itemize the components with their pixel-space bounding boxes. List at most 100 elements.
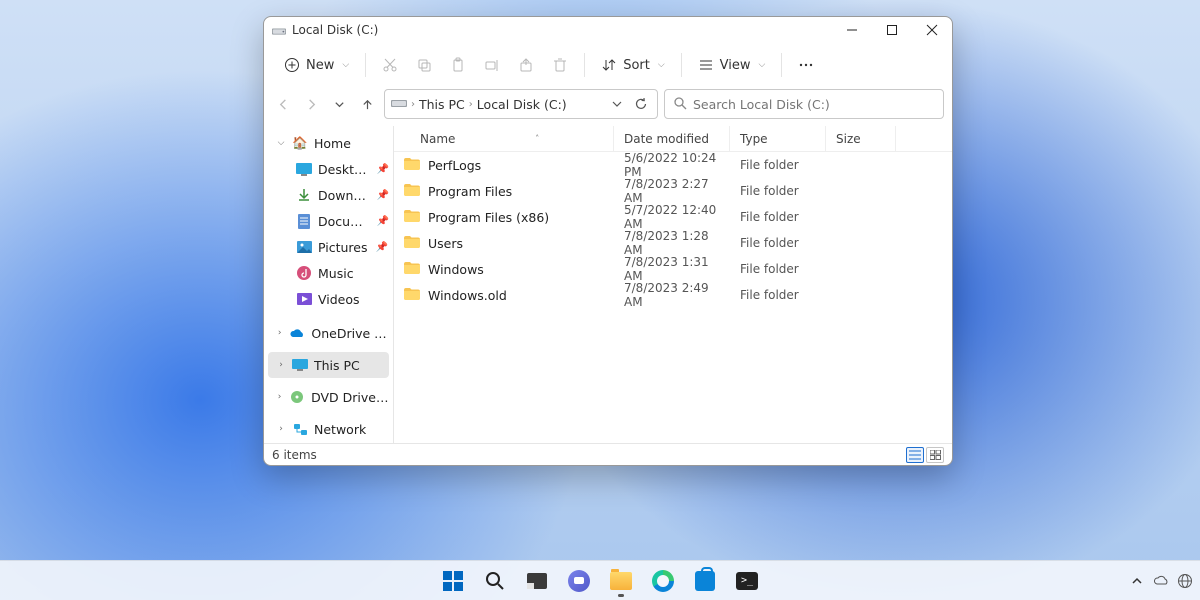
- file-date: 7/8/2023 1:31 AM: [614, 255, 730, 283]
- minimize-button[interactable]: [832, 17, 872, 42]
- file-name: Users: [428, 236, 463, 251]
- separator: [584, 53, 585, 77]
- tray-overflow-button[interactable]: [1128, 572, 1146, 590]
- titlebar[interactable]: Local Disk (C:): [264, 17, 952, 42]
- dvd-icon: [289, 389, 305, 405]
- search-input[interactable]: [693, 97, 935, 112]
- file-explorer-window: Local Disk (C:) New ⌵ Sort ⌵: [263, 16, 953, 466]
- share-button[interactable]: [510, 53, 542, 77]
- network-tray-icon[interactable]: [1176, 572, 1194, 590]
- sidebar-item-downloads[interactable]: Downloads 📌: [268, 182, 389, 208]
- close-button[interactable]: [912, 17, 952, 42]
- new-label: New: [306, 58, 334, 73]
- refresh-button[interactable]: [631, 94, 651, 114]
- cut-button[interactable]: [374, 53, 406, 77]
- sidebar-item-music[interactable]: Music: [268, 260, 389, 286]
- breadcrumb[interactable]: This PC: [419, 97, 465, 112]
- desktop-icon: [296, 161, 312, 177]
- address-dropdown-button[interactable]: [607, 94, 627, 114]
- address-bar[interactable]: › This PC › Local Disk (C:): [384, 89, 658, 119]
- file-name: Program Files: [428, 184, 512, 199]
- delete-button[interactable]: [544, 53, 576, 77]
- thumbnails-view-toggle[interactable]: [926, 447, 944, 463]
- table-row[interactable]: Program Files7/8/2023 2:27 AMFile folder: [394, 178, 952, 204]
- file-name: PerfLogs: [428, 158, 481, 173]
- sidebar-item-network[interactable]: › Network: [268, 416, 389, 442]
- start-button[interactable]: [436, 564, 470, 598]
- file-rows: PerfLogs5/6/2022 10:24 PMFile folderProg…: [394, 152, 952, 443]
- sidebar-item-thispc[interactable]: › This PC: [268, 352, 389, 378]
- folder-icon: [404, 288, 420, 303]
- sort-label: Sort: [623, 58, 650, 73]
- paste-button[interactable]: [442, 53, 474, 77]
- sidebar-item-home[interactable]: ⌵ 🏠 Home: [268, 130, 389, 156]
- column-date[interactable]: Date modified: [614, 126, 730, 151]
- taskbar-center: >_: [436, 564, 764, 598]
- taskbar-teams[interactable]: [562, 564, 596, 598]
- onedrive-icon: [289, 325, 305, 341]
- table-row[interactable]: Windows7/8/2023 1:31 AMFile folder: [394, 256, 952, 282]
- table-row[interactable]: PerfLogs5/6/2022 10:24 PMFile folder: [394, 152, 952, 178]
- drive-icon: [272, 25, 286, 35]
- network-icon: [292, 421, 308, 437]
- system-tray: [1128, 572, 1194, 590]
- taskbar-edge[interactable]: [646, 564, 680, 598]
- body: ⌵ 🏠 Home Desktop 📌 Downloads 📌 Document: [264, 126, 952, 443]
- up-button[interactable]: [356, 93, 378, 115]
- chevron-right-icon: ›: [469, 99, 473, 110]
- pin-icon: 📌: [377, 164, 389, 175]
- file-date: 5/6/2022 10:24 PM: [614, 152, 730, 179]
- breadcrumb[interactable]: Local Disk (C:): [477, 97, 567, 112]
- view-button[interactable]: View ⌵: [690, 53, 774, 77]
- sidebar-item-onedrive[interactable]: › OneDrive - Perso: [268, 320, 389, 346]
- folder-icon: [404, 210, 420, 225]
- new-button[interactable]: New ⌵: [276, 53, 357, 77]
- back-button[interactable]: [272, 93, 294, 115]
- chevron-right-icon: ›: [276, 360, 286, 370]
- maximize-button[interactable]: [872, 17, 912, 42]
- windows-logo-icon: [443, 571, 463, 591]
- sort-button[interactable]: Sort ⌵: [593, 53, 672, 77]
- table-row[interactable]: Windows.old7/8/2023 2:49 AMFile folder: [394, 282, 952, 308]
- onedrive-tray-icon[interactable]: [1152, 572, 1170, 590]
- pc-icon: [292, 357, 308, 373]
- sidebar-item-pictures[interactable]: Pictures 📌: [268, 234, 389, 260]
- recent-button[interactable]: [328, 93, 350, 115]
- desktop: Local Disk (C:) New ⌵ Sort ⌵: [0, 0, 1200, 600]
- sidebar-item-desktop[interactable]: Desktop 📌: [268, 156, 389, 182]
- column-size[interactable]: Size: [826, 126, 896, 151]
- copy-button[interactable]: [408, 53, 440, 77]
- table-row[interactable]: Program Files (x86)5/7/2022 12:40 AMFile…: [394, 204, 952, 230]
- search-icon: [485, 571, 505, 591]
- documents-icon: [296, 213, 312, 229]
- search-button[interactable]: [478, 564, 512, 598]
- task-view-button[interactable]: [520, 564, 554, 598]
- search-bar[interactable]: [664, 89, 944, 119]
- details-view-toggle[interactable]: [906, 447, 924, 463]
- taskbar-terminal[interactable]: >_: [730, 564, 764, 598]
- downloads-icon: [296, 187, 312, 203]
- taskbar-store[interactable]: [688, 564, 722, 598]
- pictures-icon: [296, 239, 312, 255]
- taskbar-file-explorer[interactable]: [604, 564, 638, 598]
- file-list-area: Name ˄ Date modified Type Size PerfLogs 5…: [394, 126, 952, 443]
- table-row[interactable]: Users7/8/2023 1:28 AMFile folder: [394, 230, 952, 256]
- folder-icon: [610, 572, 632, 590]
- pin-icon: 📌: [376, 242, 388, 253]
- sidebar-item-documents[interactable]: Documents 📌: [268, 208, 389, 234]
- column-type[interactable]: Type: [730, 126, 826, 151]
- chevron-right-icon: ›: [411, 99, 415, 110]
- sidebar-item-videos[interactable]: Videos: [268, 286, 389, 312]
- terminal-icon: >_: [736, 572, 758, 590]
- store-icon: [695, 571, 715, 591]
- file-type: File folder: [730, 262, 826, 276]
- search-icon: [673, 96, 687, 113]
- forward-button[interactable]: [300, 93, 322, 115]
- sidebar-item-dvd[interactable]: › DVD Drive (D:) C(: [268, 384, 389, 410]
- task-view-icon: [527, 573, 547, 589]
- file-type: File folder: [730, 184, 826, 198]
- column-name[interactable]: Name ˄: [394, 126, 614, 151]
- more-button[interactable]: [790, 53, 822, 77]
- rename-button[interactable]: [476, 53, 508, 77]
- column-headers: Name ˄ Date modified Type Size: [394, 126, 952, 152]
